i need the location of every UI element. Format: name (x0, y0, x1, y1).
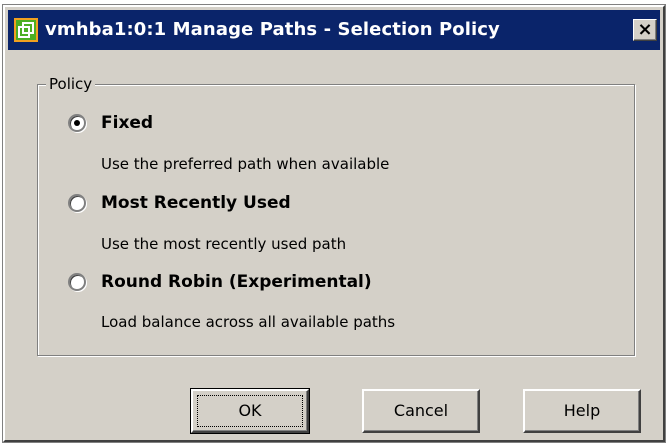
radio-round-robin[interactable]: Round Robin (Experimental) (68, 268, 372, 296)
ok-button[interactable]: OK (190, 388, 310, 434)
close-icon: × (637, 19, 653, 40)
radio-most-recently-used-label[interactable]: Most Recently Used (101, 193, 291, 213)
window-title: vmhba1:0:1 Manage Paths - Selection Poli… (45, 19, 500, 40)
radio-fixed-indicator[interactable] (68, 114, 86, 132)
radio-fixed[interactable]: Fixed (68, 109, 153, 137)
radio-most-recently-used-indicator[interactable] (68, 194, 86, 212)
help-button[interactable]: Help (523, 389, 641, 433)
title-bar[interactable]: vmhba1:0:1 Manage Paths - Selection Poli… (8, 10, 660, 50)
radio-fixed-label[interactable]: Fixed (101, 113, 153, 133)
radio-most-recently-used[interactable]: Most Recently Used (68, 189, 291, 217)
help-button-label: Help (563, 401, 601, 420)
close-button[interactable]: × (633, 19, 657, 41)
radio-fixed-description: Use the preferred path when available (101, 155, 390, 173)
manage-paths-dialog: vmhba1:0:1 Manage Paths - Selection Poli… (2, 4, 666, 443)
policy-legend: Policy (46, 73, 96, 95)
radio-round-robin-label[interactable]: Round Robin (Experimental) (101, 272, 372, 292)
cancel-button-label: Cancel (393, 401, 449, 420)
radio-most-recently-used-description: Use the most recently used path (101, 235, 347, 253)
cancel-button[interactable]: Cancel (362, 389, 480, 433)
radio-round-robin-indicator[interactable] (68, 273, 86, 291)
ok-button-label: OK (238, 401, 262, 420)
policy-groupbox: Policy Fixed Use the preferred path when… (37, 73, 635, 356)
radio-round-robin-description: Load balance across all available paths (101, 313, 396, 331)
vmware-icon (14, 18, 38, 42)
